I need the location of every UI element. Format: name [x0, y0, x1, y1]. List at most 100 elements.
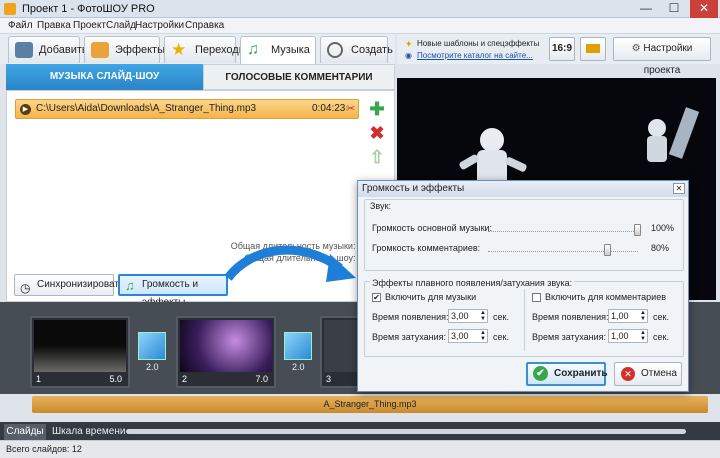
- spin-arrows-icon[interactable]: ▲ ▼: [640, 310, 646, 322]
- add-music-button[interactable]: ✚: [367, 99, 387, 119]
- sec-unit: сек.: [493, 332, 509, 342]
- title-bar: Проект 1 - ФотоШОУ PRO — ☐ ✕: [0, 0, 720, 18]
- close-button[interactable]: ✕: [690, 0, 718, 18]
- spinner-value: 1,00: [611, 331, 629, 341]
- menu-settings[interactable]: Настройки: [135, 20, 184, 31]
- tab-music[interactable]: ♫ Музыка: [240, 36, 316, 65]
- slide-number: 3: [326, 374, 332, 384]
- volume-effects-dialog: Громкость и эффекты ✕ Звук: Громкость ос…: [357, 180, 689, 392]
- tab-timeline[interactable]: Шкала времени: [52, 424, 125, 439]
- save-label: Сохранить: [554, 368, 608, 379]
- menu-project[interactable]: Проект: [73, 20, 106, 31]
- maximize-button[interactable]: ☐: [660, 0, 688, 18]
- comment-fade-out-spinner[interactable]: 1,00 ▲ ▼: [608, 329, 648, 343]
- tab-slides[interactable]: Слайды: [4, 424, 46, 440]
- spin-arrows-icon[interactable]: ▲ ▼: [480, 310, 486, 322]
- delete-music-button[interactable]: ✖: [367, 123, 387, 143]
- menu-bar: Файл Правка Проект Слайд Настройки Справ…: [0, 18, 720, 34]
- music-track-item[interactable]: ▶ C:\Users\Aida\Downloads\A_Stranger_Thi…: [15, 99, 359, 119]
- gear-icon: ⚙: [631, 43, 644, 54]
- comment-volume-slider[interactable]: [488, 251, 638, 253]
- tab-slideshow-music[interactable]: МУЗЫКА СЛАЙД-ШОУ: [6, 64, 203, 90]
- sync-button[interactable]: ◷ Синхронизировать: [14, 274, 124, 296]
- save-button[interactable]: ✔ Сохранить: [526, 362, 608, 386]
- slide-thumbnail[interactable]: 2 7.0: [176, 316, 276, 388]
- aspect-ratio-button[interactable]: 16:9: [549, 37, 575, 61]
- move-up-button[interactable]: ⇧: [367, 147, 387, 167]
- view-tabs: Слайды Шкала времени: [0, 422, 720, 440]
- slide-thumbnail[interactable]: 3: [320, 316, 360, 388]
- sync-label: Синхронизировать: [37, 279, 125, 290]
- track-path: C:\Users\Aida\Downloads\A_Stranger_Thing…: [36, 103, 257, 114]
- music-fade-label: Включить для музыки: [385, 292, 477, 302]
- slide-image: [180, 320, 272, 372]
- cancel-icon: ✕: [621, 367, 635, 381]
- sec-unit: сек.: [653, 332, 669, 342]
- music-subtabs: МУЗЫКА СЛАЙД-ШОУ ГОЛОСОВЫЕ КОММЕНТАРИИ: [6, 64, 395, 90]
- comment-fade-out-label: Время затухания:: [532, 332, 607, 342]
- play-icon[interactable]: ▶: [20, 104, 31, 115]
- scissors-icon[interactable]: ✂: [346, 102, 355, 115]
- tab-label: Создать: [351, 44, 393, 56]
- slide-duration: 5.0: [109, 374, 122, 384]
- sec-unit: сек.: [653, 312, 669, 322]
- menu-help[interactable]: Справка: [185, 20, 224, 31]
- comment-fade-in-spinner[interactable]: 1,00 ▲ ▼: [608, 309, 648, 323]
- cancel-button[interactable]: ✕ Отмена: [614, 362, 682, 386]
- spin-arrows-icon[interactable]: ▲ ▼: [640, 330, 646, 342]
- audio-track-bar[interactable]: A_Stranger_Thing.mp3: [32, 396, 708, 413]
- transition-thumbnail[interactable]: [284, 332, 312, 360]
- spinner-value: 3,00: [451, 331, 469, 341]
- bulb-icon: ✦: [405, 39, 413, 49]
- settings-label: Настройки проекта: [643, 43, 693, 76]
- sound-group-label: Звук:: [370, 201, 391, 211]
- slide-image: [34, 320, 126, 372]
- catalog-link[interactable]: Посмотрите каталог на сайте...: [417, 51, 533, 60]
- window-title: Проект 1 - ФотоШОУ PRO: [22, 3, 155, 15]
- camera-icon: [15, 42, 33, 58]
- tab-add[interactable]: Добавить: [8, 36, 88, 63]
- music-note-icon: ♫: [125, 278, 135, 293]
- display-button[interactable]: [580, 37, 606, 61]
- minimize-button[interactable]: —: [632, 0, 660, 18]
- dialog-close-button[interactable]: ✕: [673, 183, 685, 194]
- menu-slide[interactable]: Слайд: [106, 20, 136, 31]
- tab-label: Эффекты: [115, 44, 166, 56]
- tab-label: Добавить: [39, 44, 88, 56]
- menu-file[interactable]: Файл: [8, 20, 33, 31]
- arrow-pointer-graphic: [224, 245, 356, 282]
- tab-voice-comments[interactable]: ГОЛОСОВЫЕ КОММЕНТАРИИ: [203, 64, 395, 90]
- tab-effects[interactable]: Эффекты: [84, 36, 165, 63]
- music-fade-out-spinner[interactable]: 3,00 ▲ ▼: [448, 329, 488, 343]
- main-volume-slider[interactable]: [488, 231, 638, 233]
- comment-fade-checkbox[interactable]: [532, 293, 541, 302]
- slide-duration: 7.0: [255, 374, 268, 384]
- tab-create[interactable]: Создать: [320, 36, 393, 63]
- main-volume-value: 100%: [651, 223, 675, 233]
- news-text: Новые шаблоны и спецэффекты: [417, 39, 540, 48]
- transition-thumbnail[interactable]: [138, 332, 166, 360]
- music-fade-in-spinner[interactable]: 3,00 ▲ ▼: [448, 309, 488, 323]
- fade-group-label: Эффекты плавного появления/затухания зву…: [370, 278, 575, 288]
- star-icon: ★: [171, 40, 187, 59]
- slide-count: Всего слайдов: 12: [6, 444, 82, 454]
- music-fade-in-label: Время появления:: [372, 312, 449, 322]
- globe-icon: ◉: [405, 51, 412, 60]
- spinner-value: 3,00: [451, 311, 469, 321]
- volume-effects-button[interactable]: ♫Громкость и эффекты: [118, 274, 228, 308]
- horizontal-scrollbar[interactable]: [126, 429, 686, 434]
- music-fade-out-label: Время затухания:: [372, 332, 447, 342]
- menu-edit[interactable]: Правка: [37, 20, 71, 31]
- slide-thumbnail[interactable]: 1 5.0: [30, 316, 130, 388]
- main-volume-knob[interactable]: [634, 224, 641, 236]
- screen-icon: [586, 44, 600, 53]
- project-settings-button[interactable]: ⚙ Настройки проекта: [613, 37, 711, 76]
- tab-transitions[interactable]: ★ Переходы: [164, 36, 247, 63]
- status-bar: Всего слайдов: 12: [0, 440, 720, 458]
- spin-arrows-icon[interactable]: ▲ ▼: [480, 330, 486, 342]
- transition-duration: 2.0: [292, 362, 305, 372]
- divider: [524, 289, 525, 351]
- music-fade-checkbox[interactable]: ✔: [372, 293, 381, 302]
- dialog-title: Громкость и эффекты: [358, 181, 688, 197]
- comment-volume-knob[interactable]: [604, 244, 611, 256]
